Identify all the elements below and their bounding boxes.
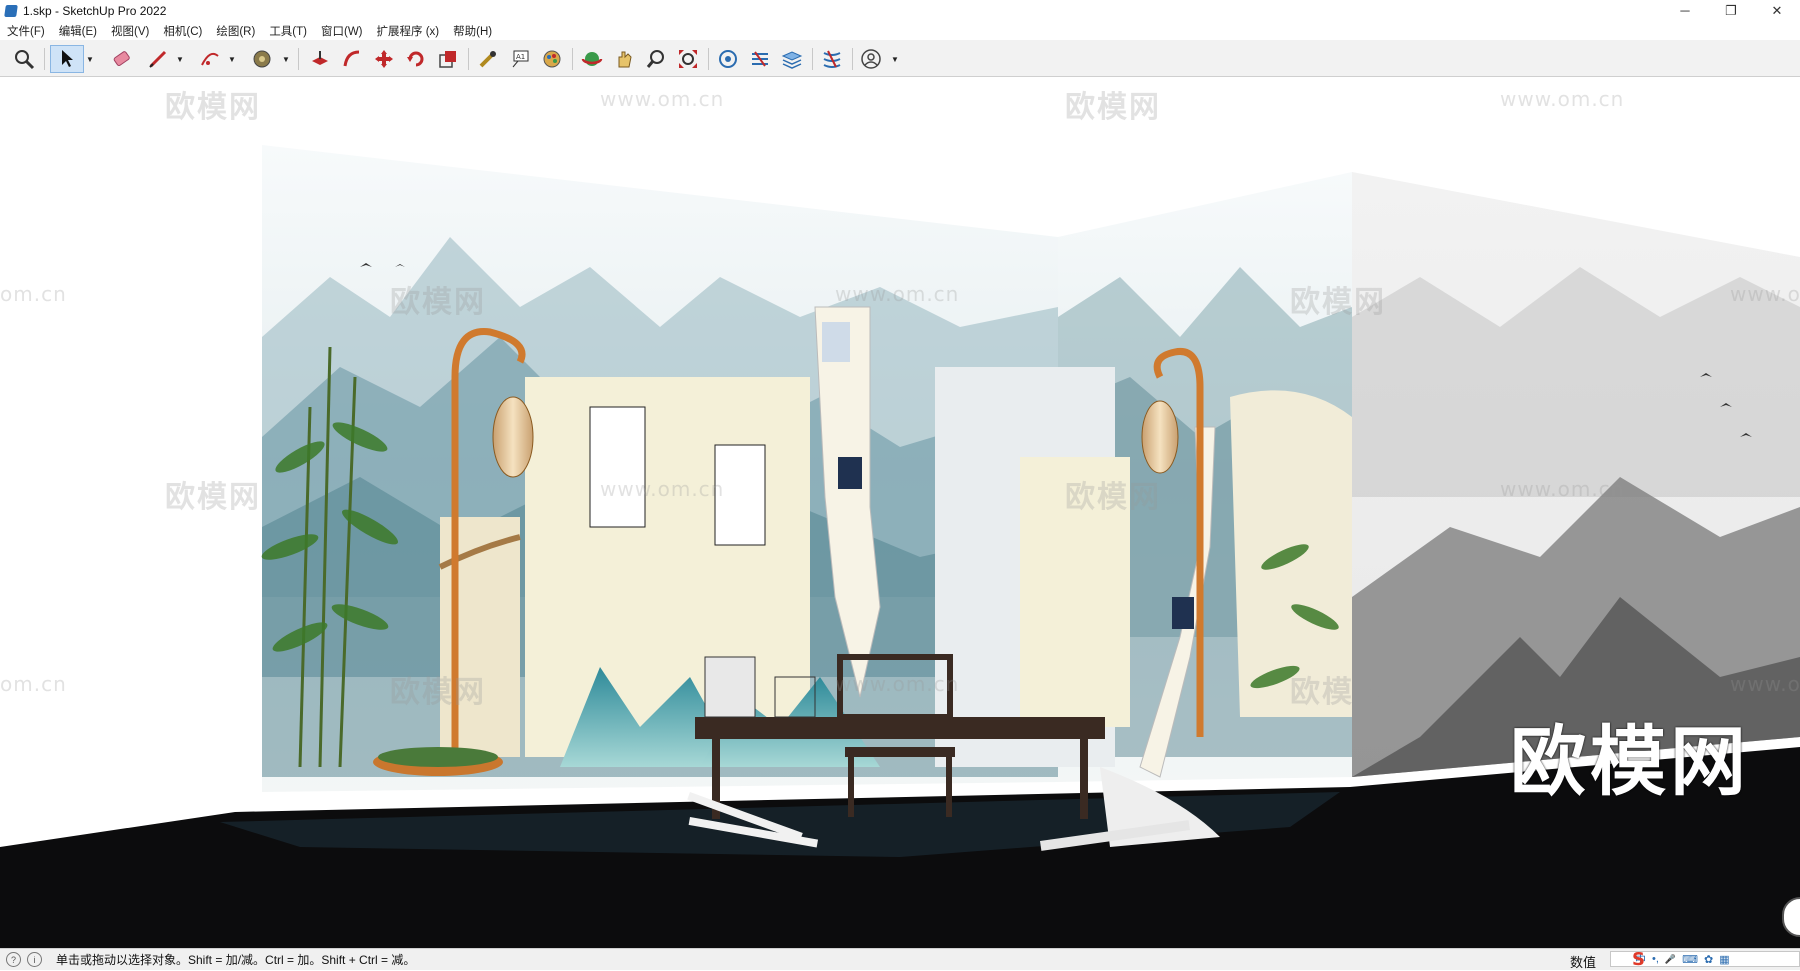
toolbar-separator bbox=[852, 48, 853, 70]
watermark-url: www.om.cn bbox=[1500, 87, 1625, 111]
menu-help[interactable]: 帮助(H) bbox=[446, 23, 499, 39]
menu-extensions[interactable]: 扩展程序 (x) bbox=[370, 23, 447, 39]
watermark-brand: 欧模网 bbox=[165, 480, 261, 515]
watermark-url: www.om.cn bbox=[1500, 477, 1625, 501]
warehouse-icon[interactable] bbox=[714, 45, 742, 73]
status-message: 单击或拖动以选择对象。Shift = 加/减。Ctrl = 加。Shift + … bbox=[56, 953, 416, 967]
toolbar-separator bbox=[708, 48, 709, 70]
account-icon[interactable] bbox=[857, 45, 885, 73]
pencil-line-icon[interactable] bbox=[144, 45, 172, 73]
status-bar: ? i 单击或拖动以选择对象。Shift = 加/减。Ctrl = 加。Shif… bbox=[0, 948, 1800, 970]
ime-punctuation-indicator[interactable]: •, bbox=[1652, 953, 1659, 965]
menu-camera[interactable]: 相机(C) bbox=[156, 23, 209, 39]
svg-text:A1: A1 bbox=[516, 53, 525, 61]
pan-icon[interactable] bbox=[610, 45, 638, 73]
toolbar-separator bbox=[44, 48, 45, 70]
watermark-brand: 欧模网 bbox=[1290, 285, 1386, 320]
watermark-brand: 欧模网 bbox=[165, 90, 261, 125]
zoom-window-icon[interactable] bbox=[642, 45, 670, 73]
text-icon[interactable]: A1 bbox=[506, 45, 534, 73]
toolbar-separator bbox=[812, 48, 813, 70]
watermark-brand: 欧模网 bbox=[1065, 90, 1161, 125]
watermark-url: www.om.cn bbox=[835, 282, 960, 306]
scene-render bbox=[0, 145, 1800, 948]
chevron-down-icon[interactable]: ▼ bbox=[889, 45, 901, 73]
rotate-icon[interactable] bbox=[402, 45, 430, 73]
orbit-icon[interactable] bbox=[578, 45, 606, 73]
sandbox-icon[interactable] bbox=[818, 45, 846, 73]
watermark-brand: 欧模网 bbox=[390, 285, 486, 320]
watermark-url: www.om.cn bbox=[835, 672, 960, 696]
zoom-icon[interactable] bbox=[10, 45, 38, 73]
close-button[interactable]: ✕ bbox=[1754, 0, 1800, 21]
model-viewport[interactable]: 欧模网 www.om.cn 欧模网 www.om.cn om.cn 欧模网 ww… bbox=[0, 77, 1800, 948]
menu-view[interactable]: 视图(V) bbox=[104, 23, 156, 39]
title-bar: 1.skp - SketchUp Pro 2022 ─ ❐ ✕ bbox=[0, 0, 1800, 21]
extension-icon[interactable] bbox=[746, 45, 774, 73]
menu-file[interactable]: 文件(F) bbox=[0, 23, 52, 39]
chevron-down-icon[interactable]: ▼ bbox=[280, 45, 292, 73]
watermark-url: www.o bbox=[1730, 282, 1800, 306]
watermark-url: www.om.cn bbox=[600, 87, 725, 111]
watermark-brand: 欧模网 bbox=[1065, 480, 1161, 515]
watermark-brand: 欧模网 bbox=[1290, 675, 1386, 710]
lantern-right bbox=[1141, 400, 1179, 474]
paint-icon[interactable] bbox=[538, 45, 566, 73]
watermark-url: om.cn bbox=[0, 672, 67, 696]
main-toolbar: ▼ ▼ ▼ ▼ A1 ▼ bbox=[0, 40, 1800, 77]
chevron-down-icon[interactable]: ▼ bbox=[226, 45, 238, 73]
toolbar-separator bbox=[298, 48, 299, 70]
push-pull-icon[interactable] bbox=[306, 45, 334, 73]
geo-location-icon[interactable]: ? bbox=[6, 952, 21, 967]
toolbox-icon[interactable]: ▦ bbox=[1719, 953, 1729, 966]
sketchup-app-icon bbox=[4, 4, 18, 17]
zoom-extents-icon[interactable] bbox=[674, 45, 702, 73]
brand-logo: 欧模网 bbox=[1510, 717, 1750, 806]
writing-desk bbox=[695, 717, 1105, 739]
watermark-brand: 欧模网 bbox=[390, 675, 486, 710]
keyboard-icon[interactable]: ⌨ bbox=[1682, 953, 1698, 966]
toolbar-separator bbox=[468, 48, 469, 70]
skin-icon[interactable]: ✿ bbox=[1704, 953, 1713, 966]
toolbar-separator bbox=[572, 48, 573, 70]
chevron-down-icon[interactable]: ▼ bbox=[84, 45, 96, 73]
arc-icon[interactable] bbox=[196, 45, 224, 73]
select-icon[interactable] bbox=[50, 45, 84, 73]
follow-me-icon[interactable] bbox=[338, 45, 366, 73]
paint-bucket-icon[interactable] bbox=[248, 45, 276, 73]
info-icon[interactable]: i bbox=[27, 952, 42, 967]
measurements-label: 数值 bbox=[1570, 955, 1597, 970]
chevron-down-icon[interactable]: ▼ bbox=[174, 45, 186, 73]
minimize-button[interactable]: ─ bbox=[1662, 0, 1708, 21]
sogou-ime-icon[interactable]: S bbox=[1632, 949, 1645, 970]
microphone-icon[interactable]: 🎤 bbox=[1665, 954, 1676, 965]
lantern-left bbox=[492, 396, 534, 478]
tape-measure-icon[interactable] bbox=[474, 45, 502, 73]
restore-button[interactable]: ❐ bbox=[1708, 0, 1754, 21]
move-icon[interactable] bbox=[370, 45, 398, 73]
menu-draw[interactable]: 绘图(R) bbox=[209, 23, 262, 39]
menu-bar: 文件(F) 编辑(E) 视图(V) 相机(C) 绘图(R) 工具(T) 窗口(W… bbox=[0, 21, 1800, 40]
window-controls: ─ ❐ ✕ bbox=[1662, 0, 1800, 21]
watermark-url: om.cn bbox=[0, 282, 67, 306]
watermark-url: www.om.cn bbox=[600, 477, 725, 501]
menu-edit[interactable]: 编辑(E) bbox=[52, 23, 104, 39]
menu-window[interactable]: 窗口(W) bbox=[314, 23, 370, 39]
watermark-url: www.o bbox=[1730, 672, 1800, 696]
menu-tools[interactable]: 工具(T) bbox=[262, 23, 314, 39]
window-title: 1.skp - SketchUp Pro 2022 bbox=[23, 3, 167, 18]
layers-icon[interactable] bbox=[778, 45, 806, 73]
scale-icon[interactable] bbox=[434, 45, 462, 73]
eraser-icon[interactable] bbox=[108, 45, 136, 73]
